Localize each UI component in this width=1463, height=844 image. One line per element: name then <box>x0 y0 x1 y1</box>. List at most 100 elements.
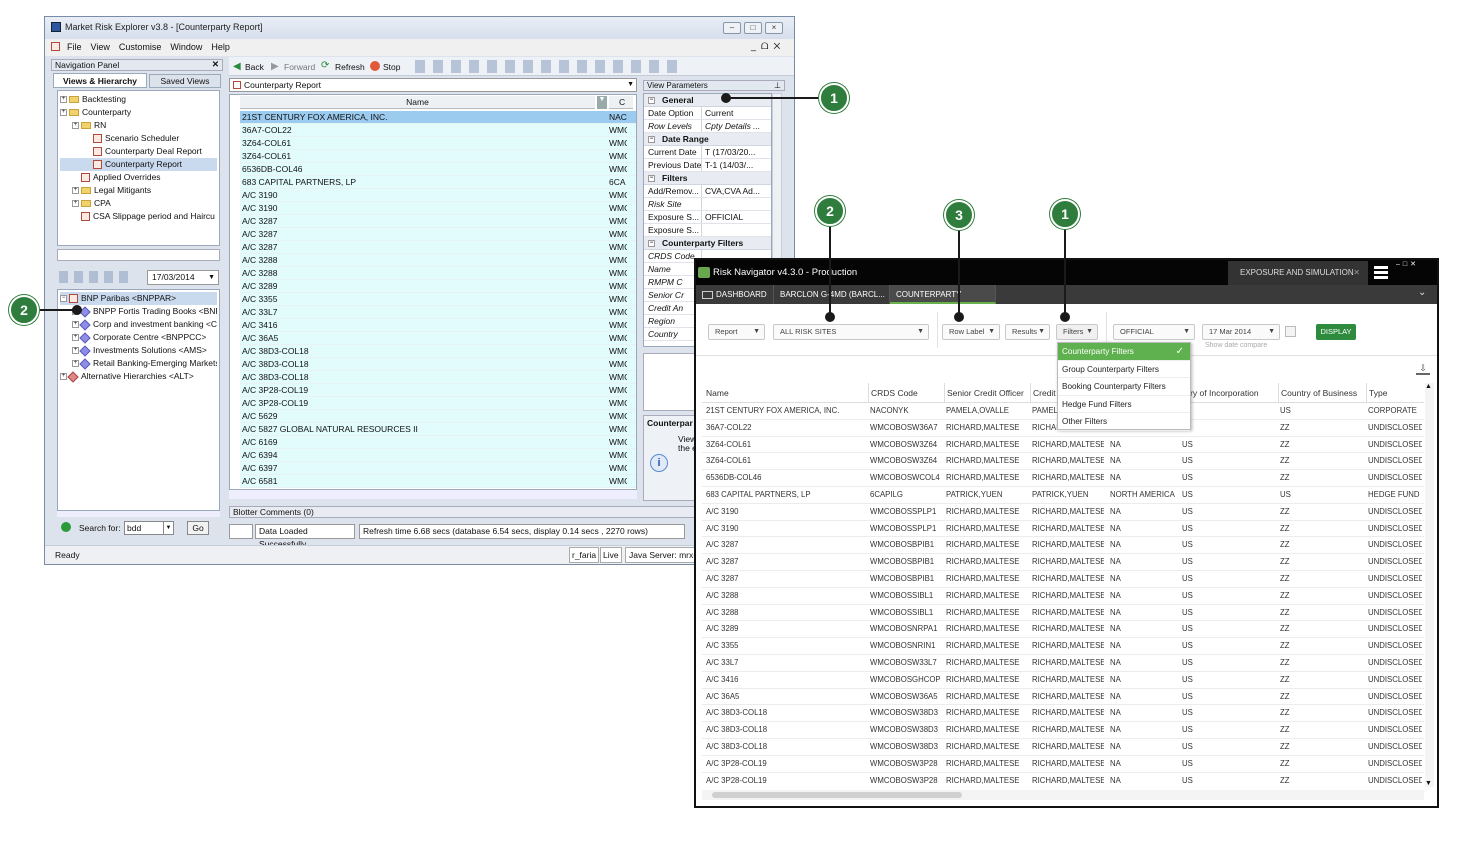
column-header[interactable]: Name <box>704 383 864 403</box>
grid-row[interactable]: A/C 38D3-COL18 WMC <box>240 358 636 371</box>
menu-item-window[interactable]: Window <box>170 42 202 52</box>
report-dropdown[interactable]: Report ▼ <box>708 324 765 340</box>
tab-dashboard[interactable]: DASHBOARD <box>696 285 774 304</box>
hierarchy-item[interactable]: + Alternative Hierarchies <ALT> <box>60 370 217 383</box>
column-header[interactable]: CRDS Code <box>868 383 942 403</box>
expand-icon[interactable]: + <box>72 187 79 195</box>
table-horizontal-scrollbar[interactable] <box>702 790 1424 800</box>
table-row[interactable]: 3Z64-COL61 WMCOBOSW3Z64 RICHARD,MALTESE RIC… <box>702 453 1424 471</box>
pin-icon[interactable]: ⊥ <box>774 81 781 91</box>
grid-row[interactable]: A/C 33L7 WMC <box>240 306 636 319</box>
expand-icon[interactable]: + <box>72 334 79 342</box>
section-counterparty-filters[interactable]: − Counterparty Filters <box>644 237 771 250</box>
back-button[interactable]: Back <box>245 62 264 72</box>
hierarchy-item[interactable]: − BNP Paribas <BNPPAR> <box>60 292 217 305</box>
grid-row[interactable]: A/C 3P28-COL19 WMC <box>240 384 636 397</box>
table-row[interactable]: A/C 3190 WMCOBOSSPLP1 RICHARD,MALTESE RICHA… <box>702 504 1424 521</box>
menu-item-help[interactable]: Help <box>211 42 230 52</box>
section-filters[interactable]: − Filters <box>644 172 771 185</box>
tree-item[interactable]: Counterparty Report <box>60 158 217 171</box>
menu-item-view[interactable]: View <box>91 42 110 52</box>
tab-barclon[interactable]: BARCLON G-4MD (BARCL... <box>774 285 890 304</box>
table-row[interactable]: A/C 38D3-COL18 WMCOBOSW38D3 RICHARD,MALTES… <box>702 722 1424 739</box>
tree-item[interactable]: + Backtesting <box>60 93 217 106</box>
official-dropdown[interactable]: OFFICIAL ▼ <box>1113 324 1195 340</box>
grid-row[interactable]: A/C 38D3-COL18 WMC <box>240 371 636 384</box>
report-select[interactable]: Counterparty Report ▼ <box>229 78 637 92</box>
grid-row[interactable]: A/C 3288 WMC <box>240 254 636 267</box>
grid-row[interactable]: 21ST CENTURY FOX AMERICA, INC. NAC <box>240 111 636 124</box>
collapse-icon[interactable]: − <box>648 175 655 182</box>
grid-row[interactable]: A/C 3416 WMC <box>240 319 636 332</box>
grid-row[interactable]: A/C 6394 WMC <box>240 449 636 462</box>
table-row[interactable]: 683 CAPITAL PARTNERS, LP 6CAPILG PATRICK,Y… <box>702 487 1424 504</box>
expand-icon[interactable]: + <box>60 373 67 381</box>
menu-item-customise[interactable]: Customise <box>119 42 162 52</box>
table-row[interactable]: A/C 3P28-COL19 WMCOBOSW3P28 RICHARD,MALTES… <box>702 773 1424 787</box>
filters-menu-item[interactable]: Other Filters <box>1058 413 1190 431</box>
expand-icon[interactable]: + <box>72 122 79 130</box>
date-select[interactable]: 17/03/2014 ▼ <box>147 270 219 285</box>
parameter-row[interactable]: Add/Remov... CVA,CVA Ad... <box>644 185 771 198</box>
expand-icon[interactable]: − <box>60 295 67 303</box>
collapse-icon[interactable]: − <box>648 97 655 104</box>
tree-item[interactable]: Scenario Scheduler <box>60 132 217 145</box>
grid-scrollbar[interactable] <box>229 490 637 499</box>
collapse-icon[interactable]: ⌄ <box>1418 287 1426 298</box>
grid-row[interactable]: A/C 5827 GLOBAL NATURAL RESOURCES II WMC <box>240 423 636 436</box>
grid-row[interactable]: A/C 5629 WMC <box>240 410 636 423</box>
grid-row[interactable]: A/C 3287 WMC <box>240 241 636 254</box>
display-button[interactable]: DISPLAY <box>1316 324 1356 340</box>
grid-row[interactable]: A/C 6581 WMC <box>240 475 636 488</box>
tree-item[interactable]: + RN <box>60 119 217 132</box>
tree-item[interactable]: + Counterparty <box>60 106 217 119</box>
hierarchy-item[interactable]: + Investments Solutions <AMS> <box>60 344 217 357</box>
collapse-icon[interactable]: − <box>648 240 655 247</box>
grid-row[interactable]: A/C 3P28-COL19 WMC <box>240 397 636 410</box>
expand-icon[interactable]: + <box>72 321 79 329</box>
column-header[interactable]: Senior Credit Officer <box>944 383 1028 403</box>
table-vertical-scrollbar[interactable]: ▲ ▼ <box>1425 383 1434 787</box>
table-row[interactable]: A/C 3288 WMCOBOSSIBL1 RICHARD,MALTESE RICHA… <box>702 588 1424 605</box>
parameter-row[interactable]: Exposure S... <box>644 224 771 237</box>
menu-item-file[interactable]: File <box>67 42 82 52</box>
hierarchy-item[interactable]: + Retail Banking-Emerging Markets < <box>60 357 217 370</box>
grid-row[interactable]: 3Z64-COL61 WMC <box>240 150 636 163</box>
grid-row[interactable]: 683 CAPITAL PARTNERS, LP 6CA <box>240 176 636 189</box>
grid-row[interactable]: A/C 3355 WMC <box>240 293 636 306</box>
table-row[interactable]: 6536DB-COL46 WMCOBOSWCOL46 RICHARD,MALTESE… <box>702 470 1424 487</box>
grid-row[interactable]: A/C 3190 WMC <box>240 189 636 202</box>
filters-menu-item[interactable]: Hedge Fund Filters <box>1058 396 1190 413</box>
grid-row[interactable]: A/C 3190 WMC <box>240 202 636 215</box>
tab-exposure-simulation[interactable]: EXPOSURE AND SIMULATION ✕ <box>1228 261 1368 285</box>
table-row[interactable]: A/C 3288 WMCOBOSSIBL1 RICHARD,MALTESE RICHA… <box>702 605 1424 622</box>
show-date-compare[interactable]: Show date compare <box>1205 342 1267 349</box>
hierarchy-scrollbar[interactable] <box>57 511 220 517</box>
stop-button[interactable]: Stop <box>383 62 401 72</box>
grid-menu-icon[interactable] <box>1374 266 1388 280</box>
expand-icon[interactable]: + <box>72 347 79 355</box>
grid-row[interactable]: A/C 3288 WMC <box>240 267 636 280</box>
column-sort-icon[interactable]: ▼ <box>597 96 607 109</box>
close-panel-icon[interactable]: ✕ <box>212 59 219 70</box>
tree-item[interactable]: + Legal Mitigants <box>60 184 217 197</box>
column-header[interactable]: ntry of Incorporation <box>1180 383 1276 403</box>
date-dropdown[interactable]: 17 Mar 2014 ▼ <box>1202 324 1280 340</box>
table-row[interactable]: A/C 3289 WMCOBOSNRPA1 RICHARD,MALTESE RICHA… <box>702 621 1424 639</box>
tree-item[interactable]: Applied Overrides <box>60 171 217 184</box>
grid-row[interactable]: A/C 6169 WMC <box>240 436 636 449</box>
expand-icon[interactable]: + <box>60 96 67 104</box>
results-dropdown[interactable]: Results ▼ <box>1005 324 1050 340</box>
filters-menu-item[interactable]: Group Counterparty Filters <box>1058 361 1190 378</box>
table-row[interactable]: A/C 3190 WMCOBOSSPLP1 RICHARD,MALTESE RICHA… <box>702 521 1424 538</box>
parameter-row[interactable]: Previous Date T-1 (14/03/... <box>644 159 771 172</box>
parameter-row[interactable]: Risk Site <box>644 198 771 211</box>
hierarchy-item[interactable]: + Corp and investment banking <CIE <box>60 318 217 331</box>
column-header[interactable]: Country of Business <box>1278 383 1364 403</box>
table-row[interactable]: A/C 3355 WMCOBOSNRIN1 RICHARD,MALTESE RICHA… <box>702 638 1424 655</box>
parameter-row[interactable]: Current Date T (17/03/20... <box>644 146 771 159</box>
tree-item[interactable]: CSA Slippage period and Haircu <box>60 210 217 223</box>
table-row[interactable]: A/C 3287 WMCOBOSBPIB1 RICHARD,MALTESE RICHA… <box>702 537 1424 555</box>
tree-item[interactable]: + CPA <box>60 197 217 210</box>
parameter-row[interactable]: Row Levels Cpty Details ... <box>644 120 771 133</box>
